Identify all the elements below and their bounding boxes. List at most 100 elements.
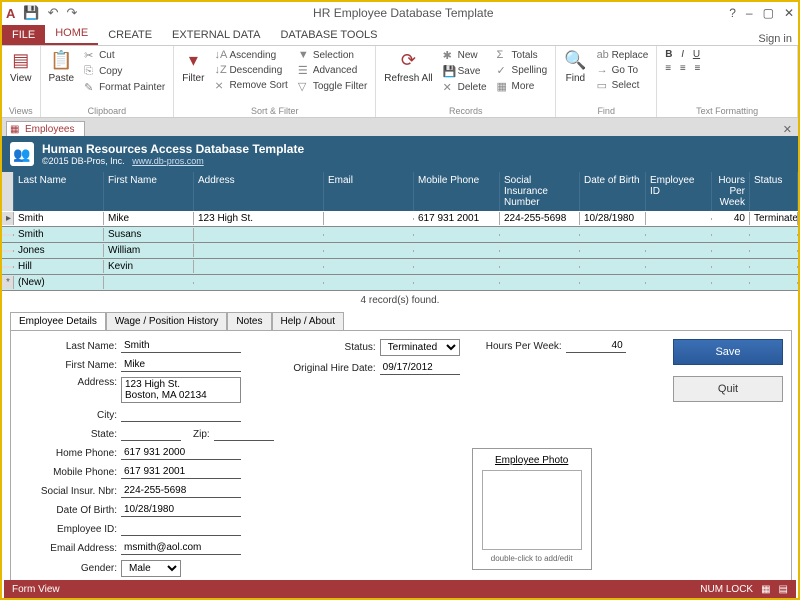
- input-homephone[interactable]: [121, 446, 241, 460]
- table-cell[interactable]: [104, 282, 194, 284]
- redo-icon[interactable]: ↷: [66, 5, 77, 21]
- col-firstname[interactable]: First Name: [104, 172, 194, 211]
- table-cell[interactable]: Smith: [14, 228, 104, 241]
- table-cell[interactable]: [414, 234, 500, 236]
- tab-home[interactable]: HOME: [45, 23, 98, 45]
- form-tab-notes[interactable]: Notes: [227, 312, 271, 330]
- table-cell[interactable]: [324, 218, 414, 220]
- replace-button[interactable]: abReplace: [595, 48, 651, 62]
- view-shortcut-icon[interactable]: ▦: [761, 584, 770, 595]
- table-cell[interactable]: Mike: [104, 212, 194, 225]
- col-address[interactable]: Address: [194, 172, 324, 211]
- table-cell[interactable]: 224-255-5698: [500, 212, 580, 225]
- table-cell[interactable]: [500, 234, 580, 236]
- input-state[interactable]: [121, 427, 181, 441]
- refresh-all-button[interactable]: ⟳Refresh All: [382, 48, 434, 86]
- col-mobile[interactable]: Mobile Phone: [414, 172, 500, 211]
- table-cell[interactable]: [712, 250, 750, 252]
- selection-button[interactable]: ▼Selection: [296, 48, 369, 62]
- table-cell[interactable]: [580, 266, 646, 268]
- table-cell[interactable]: [500, 282, 580, 284]
- descending-button[interactable]: ↓ZDescending: [212, 63, 289, 77]
- italic-button[interactable]: I: [681, 49, 684, 60]
- table-cell[interactable]: 123 High St.: [194, 212, 324, 225]
- table-cell[interactable]: [194, 266, 324, 268]
- input-ssn[interactable]: [121, 484, 241, 498]
- table-cell[interactable]: (New): [14, 276, 104, 289]
- table-cell[interactable]: [324, 282, 414, 284]
- table-cell[interactable]: [194, 250, 324, 252]
- close-document-icon[interactable]: ✕: [777, 123, 798, 136]
- table-cell[interactable]: William: [104, 244, 194, 257]
- col-empid[interactable]: Employee ID: [646, 172, 712, 211]
- table-cell[interactable]: [750, 282, 798, 284]
- new-button[interactable]: ✱New: [441, 48, 489, 63]
- table-cell[interactable]: [750, 250, 798, 252]
- find-button[interactable]: 🔍Find: [562, 48, 588, 86]
- goto-button[interactable]: →Go To: [595, 63, 651, 77]
- table-cell[interactable]: [324, 234, 414, 236]
- spelling-button[interactable]: ✓Spelling: [495, 63, 550, 78]
- table-row[interactable]: ▸SmithMike123 High St.617 931 2001224-25…: [2, 211, 798, 227]
- table-cell[interactable]: [580, 234, 646, 236]
- input-lastname[interactable]: [121, 339, 241, 353]
- table-cell[interactable]: [414, 266, 500, 268]
- quit-button[interactable]: Quit: [673, 376, 783, 402]
- tab-file[interactable]: FILE: [2, 25, 45, 45]
- undo-icon[interactable]: ↶: [48, 5, 59, 21]
- align-center-icon[interactable]: ≡: [680, 63, 686, 74]
- view-shortcut-icon[interactable]: ▤: [779, 584, 788, 595]
- bold-button[interactable]: B: [665, 49, 672, 60]
- table-cell[interactable]: [750, 266, 798, 268]
- format-painter-button[interactable]: ✎Format Painter: [82, 80, 167, 95]
- table-cell[interactable]: *: [2, 276, 14, 289]
- input-empid[interactable]: [121, 522, 241, 536]
- minimize-icon[interactable]: –: [746, 6, 753, 20]
- align-left-icon[interactable]: ≡: [665, 63, 671, 74]
- cut-button[interactable]: ✂Cut: [82, 48, 167, 63]
- table-cell[interactable]: 617 931 2001: [414, 212, 500, 225]
- input-hpw[interactable]: [566, 339, 626, 353]
- select-button[interactable]: ▭Select: [595, 78, 651, 93]
- col-ssn[interactable]: Social Insurance Number: [500, 172, 580, 211]
- more-button[interactable]: ▦More: [495, 79, 550, 94]
- paste-button[interactable]: 📋Paste: [47, 48, 77, 86]
- save-button[interactable]: Save: [673, 339, 783, 365]
- underline-button[interactable]: U: [693, 49, 700, 60]
- input-address[interactable]: [121, 377, 241, 403]
- table-cell[interactable]: 40: [712, 212, 750, 225]
- input-mobilephone[interactable]: [121, 465, 241, 479]
- table-cell[interactable]: [712, 234, 750, 236]
- ascending-button[interactable]: ↓AAscending: [212, 48, 289, 62]
- table-cell[interactable]: [750, 234, 798, 236]
- table-cell[interactable]: [414, 250, 500, 252]
- table-cell[interactable]: [324, 250, 414, 252]
- table-cell[interactable]: [646, 282, 712, 284]
- col-status[interactable]: Status: [750, 172, 798, 211]
- toggle-filter-button[interactable]: ▽Toggle Filter: [296, 79, 369, 94]
- table-cell[interactable]: [194, 282, 324, 284]
- input-email[interactable]: [121, 541, 241, 555]
- table-cell[interactable]: [646, 218, 712, 220]
- input-city[interactable]: [121, 408, 241, 422]
- copy-button[interactable]: ⎘Copy: [82, 64, 167, 79]
- table-cell[interactable]: Susans: [104, 228, 194, 241]
- col-hpw[interactable]: Hours Per Week: [712, 172, 750, 211]
- table-cell[interactable]: [2, 250, 14, 252]
- table-row[interactable]: SmithSusans: [2, 227, 798, 243]
- delete-button[interactable]: ✕Delete: [441, 80, 489, 95]
- input-firstname[interactable]: [121, 358, 241, 372]
- advanced-button[interactable]: ☰Advanced: [296, 63, 369, 78]
- table-cell[interactable]: Kevin: [104, 260, 194, 273]
- remove-sort-button[interactable]: ⨯Remove Sort: [212, 78, 289, 93]
- table-cell[interactable]: [500, 250, 580, 252]
- input-hiredate[interactable]: [380, 361, 460, 375]
- table-cell[interactable]: [646, 266, 712, 268]
- table-cell[interactable]: ▸: [2, 212, 14, 225]
- totals-button[interactable]: ΣTotals: [495, 48, 550, 62]
- filter-button[interactable]: ▾Filter: [180, 48, 206, 86]
- table-cell[interactable]: [194, 234, 324, 236]
- table-cell[interactable]: 10/28/1980: [580, 212, 646, 225]
- table-cell[interactable]: Jones: [14, 244, 104, 257]
- col-lastname[interactable]: Last Name: [14, 172, 104, 211]
